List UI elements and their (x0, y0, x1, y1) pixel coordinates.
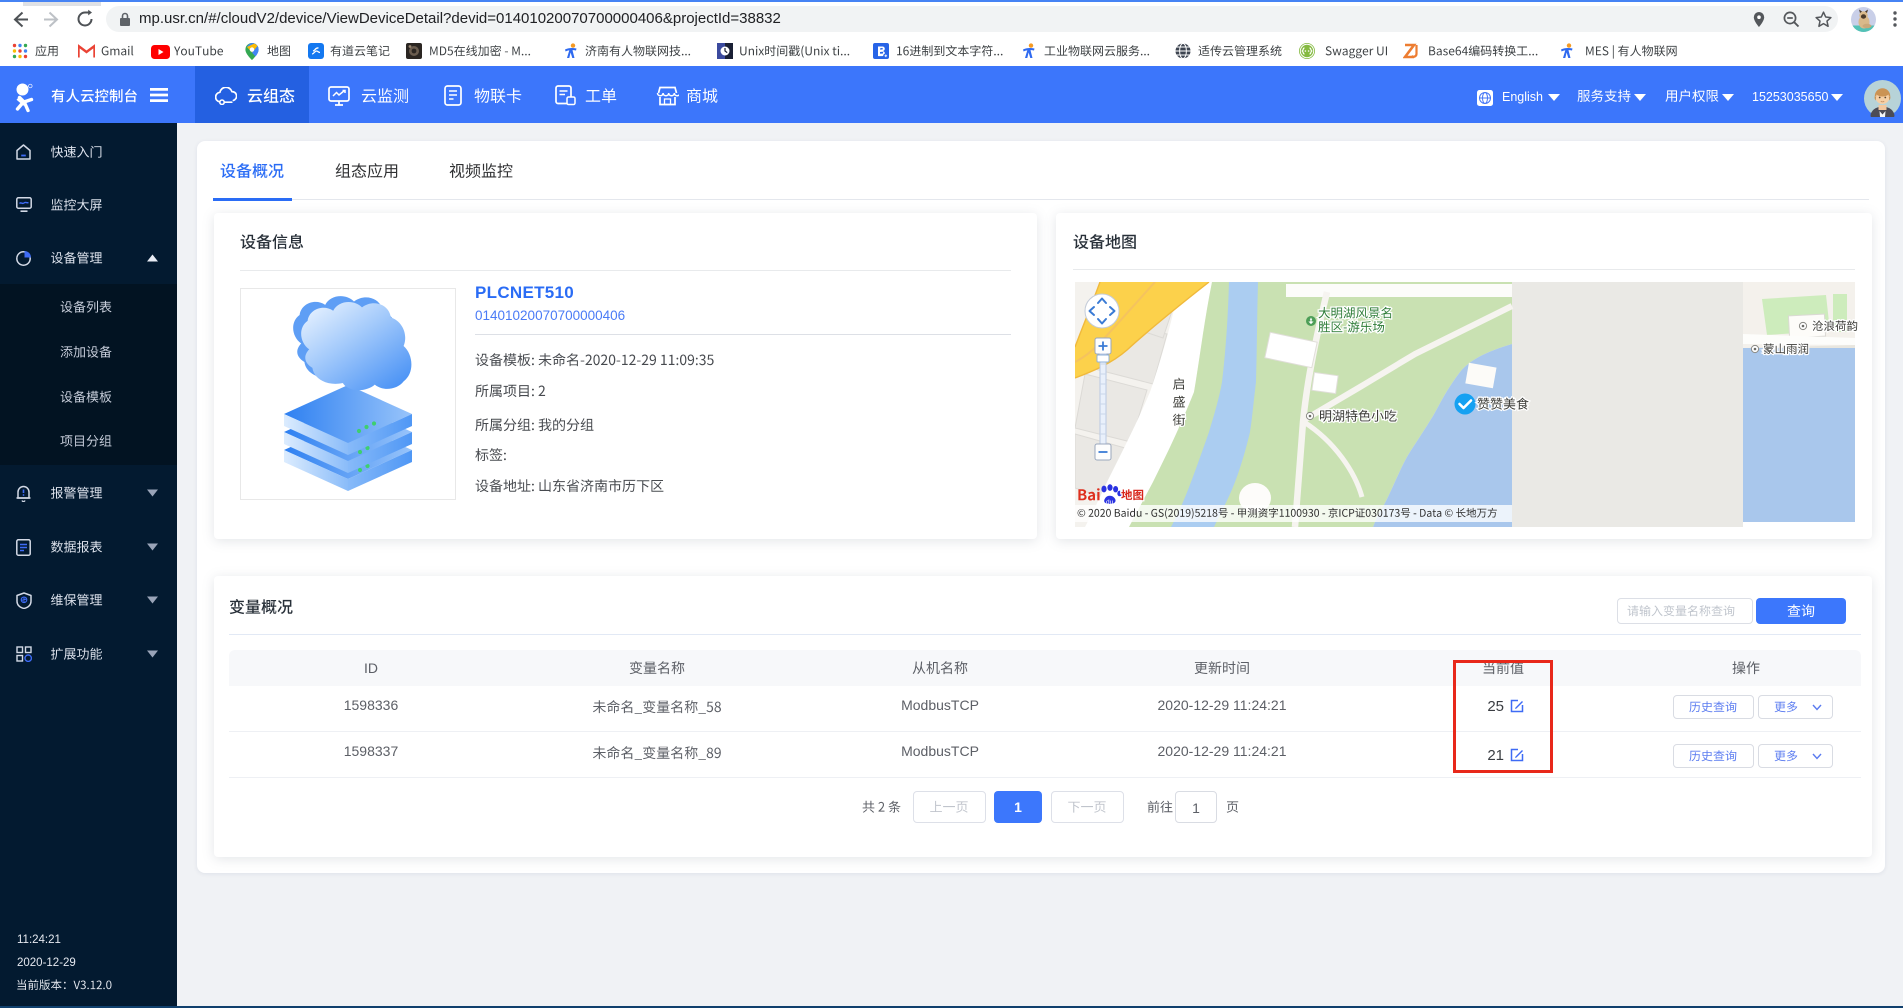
svg-text:du: du (1106, 499, 1114, 506)
